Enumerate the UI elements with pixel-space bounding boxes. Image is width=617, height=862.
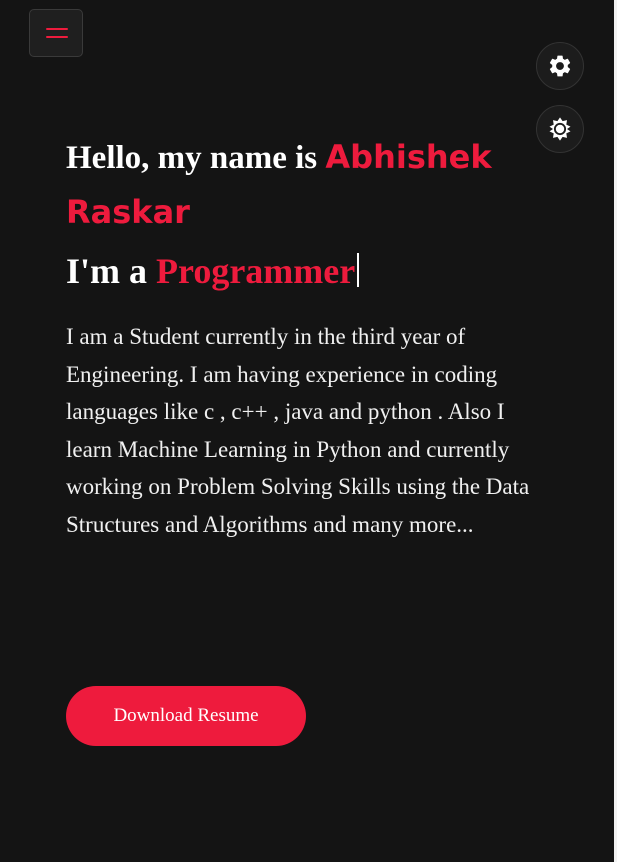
settings-button[interactable] (536, 42, 584, 90)
greeting-prefix: Hello, my name is (66, 140, 318, 176)
hamburger-menu-button[interactable] (29, 9, 83, 57)
hamburger-menu-icon-bar (46, 28, 68, 30)
about-paragraph: I am a Student currently in the third ye… (66, 324, 530, 537)
gear-icon (549, 55, 571, 77)
typing-cursor (357, 253, 360, 287)
hero-section: Hello, my name is Abhishek Raskar I'm a … (66, 130, 546, 543)
sun-icon (549, 117, 571, 141)
role-heading: I'm a Programmer (66, 246, 546, 296)
hamburger-menu-icon-bar (46, 36, 68, 38)
role-typed-text: Programmer (156, 251, 356, 291)
role-prefix: I'm a (66, 251, 147, 291)
greeting-heading: Hello, my name is Abhishek Raskar (66, 130, 546, 240)
download-resume-button[interactable]: Download Resume (66, 686, 306, 746)
